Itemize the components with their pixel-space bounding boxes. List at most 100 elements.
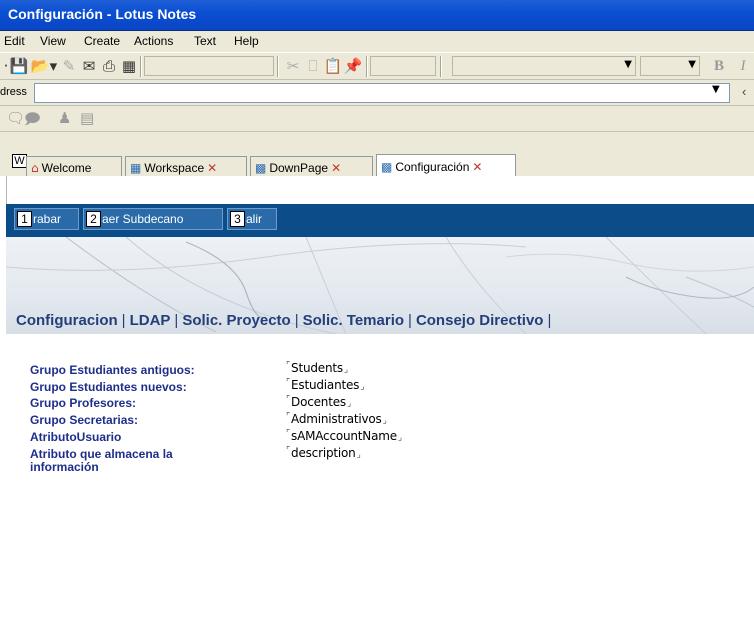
italic-button[interactable]: I [734,57,752,75]
toolbar-blank-combo-2[interactable] [370,56,436,76]
toolbar-separator [277,56,279,77]
font-name-select[interactable]: ▼ [452,56,636,76]
field-value: Estudiantes [291,378,360,392]
shortcut-number: 2 [86,211,101,227]
shortcut-number: 3 [230,211,245,227]
menu-text[interactable]: Text [194,34,216,48]
menu-view[interactable]: View [40,34,66,48]
bold-button[interactable]: B [710,57,728,75]
tab-label: Configuración [395,159,470,174]
toolbar: · 💾 📂▾ ✎ ✉ ⎙ ▦ ✂ ⎕ 📋 📌 ▼ ▼ B I [0,52,754,80]
action-bar: 1 rabar 2 aer Subdecano 3 alir [6,204,754,237]
open-icon[interactable]: 📂▾ [30,57,58,75]
reply-icon[interactable]: 🗩 [24,109,41,134]
students-group-field[interactable]: ⌜Students⌟ [286,361,348,375]
toolbar-separator [140,56,142,77]
address-dropdown-icon[interactable]: ▼ [712,84,720,95]
tab-divider: | [174,312,179,329]
field-value: sAMAccountName [291,429,397,443]
toolbar-separator [366,56,368,77]
field-value: Students [291,361,343,375]
field-label: Grupo Secretarias: [30,413,139,427]
field-label: Atributo que almacena la información [30,448,173,474]
tab-divider: | [547,312,552,329]
user-attribute-field[interactable]: ⌜sAMAccountName⌟ [286,429,402,443]
person-icon[interactable]: ♟ [58,109,71,127]
toolbar-separator [440,56,442,77]
ldap-form: Grupo Estudiantes antiguos: ⌜Students⌟ G… [0,334,754,642]
menu-help[interactable]: Help [234,34,259,48]
document-icon[interactable]: ▤ [80,109,94,127]
section-tab-ldap[interactable]: LDAP [130,312,171,329]
shortcut-number: 1 [17,211,32,227]
chevron-down-icon: ▼ [688,59,696,70]
page-icon: ▩ [255,160,267,175]
window-tabs: W ⌂ Welcome ▦ Workspace ✕ ▩ DownPage ✕ ▩… [0,132,754,176]
back-chevron-icon[interactable]: ‹ [742,84,746,99]
field-value: Administrativos [291,412,382,426]
address-bar: dress ▼ ‹ [0,80,754,106]
button-label: aer Subdecano [102,212,184,226]
edit-icon[interactable]: ✎ [60,57,78,75]
title-bar: Configuración - Lotus Notes [0,0,754,31]
button-label: rabar [33,212,62,226]
copy-icon[interactable]: ⎕ [304,57,322,75]
field-value: description [291,446,356,460]
info-attribute-field[interactable]: ⌜description⌟ [286,446,361,460]
new-students-group-field[interactable]: ⌜Estudiantes⌟ [286,378,364,392]
home-icon: ⌂ [31,160,39,175]
toolbar-blank-combo[interactable] [144,56,274,76]
field-label-line1: Atributo que almacena la [30,447,173,461]
tab-label: Welcome [41,160,92,175]
secretaries-group-field[interactable]: ⌜Administrativos⌟ [286,412,387,426]
paste-icon[interactable]: 📋 [324,57,343,75]
cut-icon[interactable]: ✂ [284,57,302,75]
page-icon: ▩ [381,159,393,174]
field-label: Grupo Profesores: [30,396,137,410]
save-icon[interactable]: 💾 [10,57,29,75]
tab-label: Workspace [144,160,205,175]
tab-divider: | [408,312,412,329]
window-title: Configuración - Lotus Notes [8,6,197,22]
close-icon[interactable]: ✕ [472,160,482,174]
field-label: AtributoUsuario [30,430,122,444]
menu-create[interactable]: Create [84,34,120,48]
preview-icon[interactable]: ▦ [120,57,138,75]
paste-special-icon[interactable]: 📌 [344,57,363,75]
font-size-select[interactable]: ▼ [640,56,700,76]
workspace-icon: ▦ [130,160,142,175]
tab-label: DownPage [269,160,329,175]
send-icon[interactable]: ✉ [80,57,98,75]
traer-subdecano-button[interactable]: 2 aer Subdecano [83,208,223,230]
salir-button[interactable]: 3 alir [227,208,277,230]
tab-configuracion[interactable]: ▩ Configuración ✕ [376,154,516,176]
secondary-toolbar: 🗨 🗩 ♟ ▤ [0,106,754,132]
menu-edit[interactable]: Edit [4,34,25,48]
section-tabs: Configuracion | LDAP | Solic. Proyecto |… [16,312,555,329]
discussion-icon[interactable]: 🗨 [6,109,25,127]
section-tab-configuracion[interactable]: Configuracion [16,312,118,329]
menu-actions[interactable]: Actions [134,34,173,48]
menu-bar: Edit View Create Actions Text Help [0,31,754,52]
grabar-button[interactable]: 1 rabar [14,208,79,230]
field-label-line2: información [30,460,99,474]
tab-welcome[interactable]: ⌂ Welcome [26,156,122,176]
tab-downpage[interactable]: ▩ DownPage ✕ [250,156,373,176]
close-icon[interactable]: ✕ [207,161,217,175]
close-icon[interactable]: ✕ [331,161,341,175]
tab-divider: | [294,312,299,329]
tab-workspace[interactable]: ▦ Workspace ✕ [125,156,247,176]
section-tab-consejo-directivo[interactable]: Consejo Directivo [416,312,544,329]
chevron-down-icon: ▼ [624,59,632,70]
address-input[interactable] [34,83,730,103]
teachers-group-field[interactable]: ⌜Docentes⌟ [286,395,351,409]
section-tab-solic-temario[interactable]: Solic. Temario [303,312,404,329]
address-label: dress [0,86,27,98]
section-tab-solic-proyecto[interactable]: Solic. Proyecto [182,312,290,329]
field-label: Grupo Estudiantes nuevos: [30,380,187,394]
shortcut-badge: W [12,154,27,168]
button-label: alir [246,212,263,226]
field-label: Grupo Estudiantes antiguos: [30,363,195,377]
print-icon[interactable]: ⎙ [100,57,118,75]
field-value: Docentes [291,395,346,409]
